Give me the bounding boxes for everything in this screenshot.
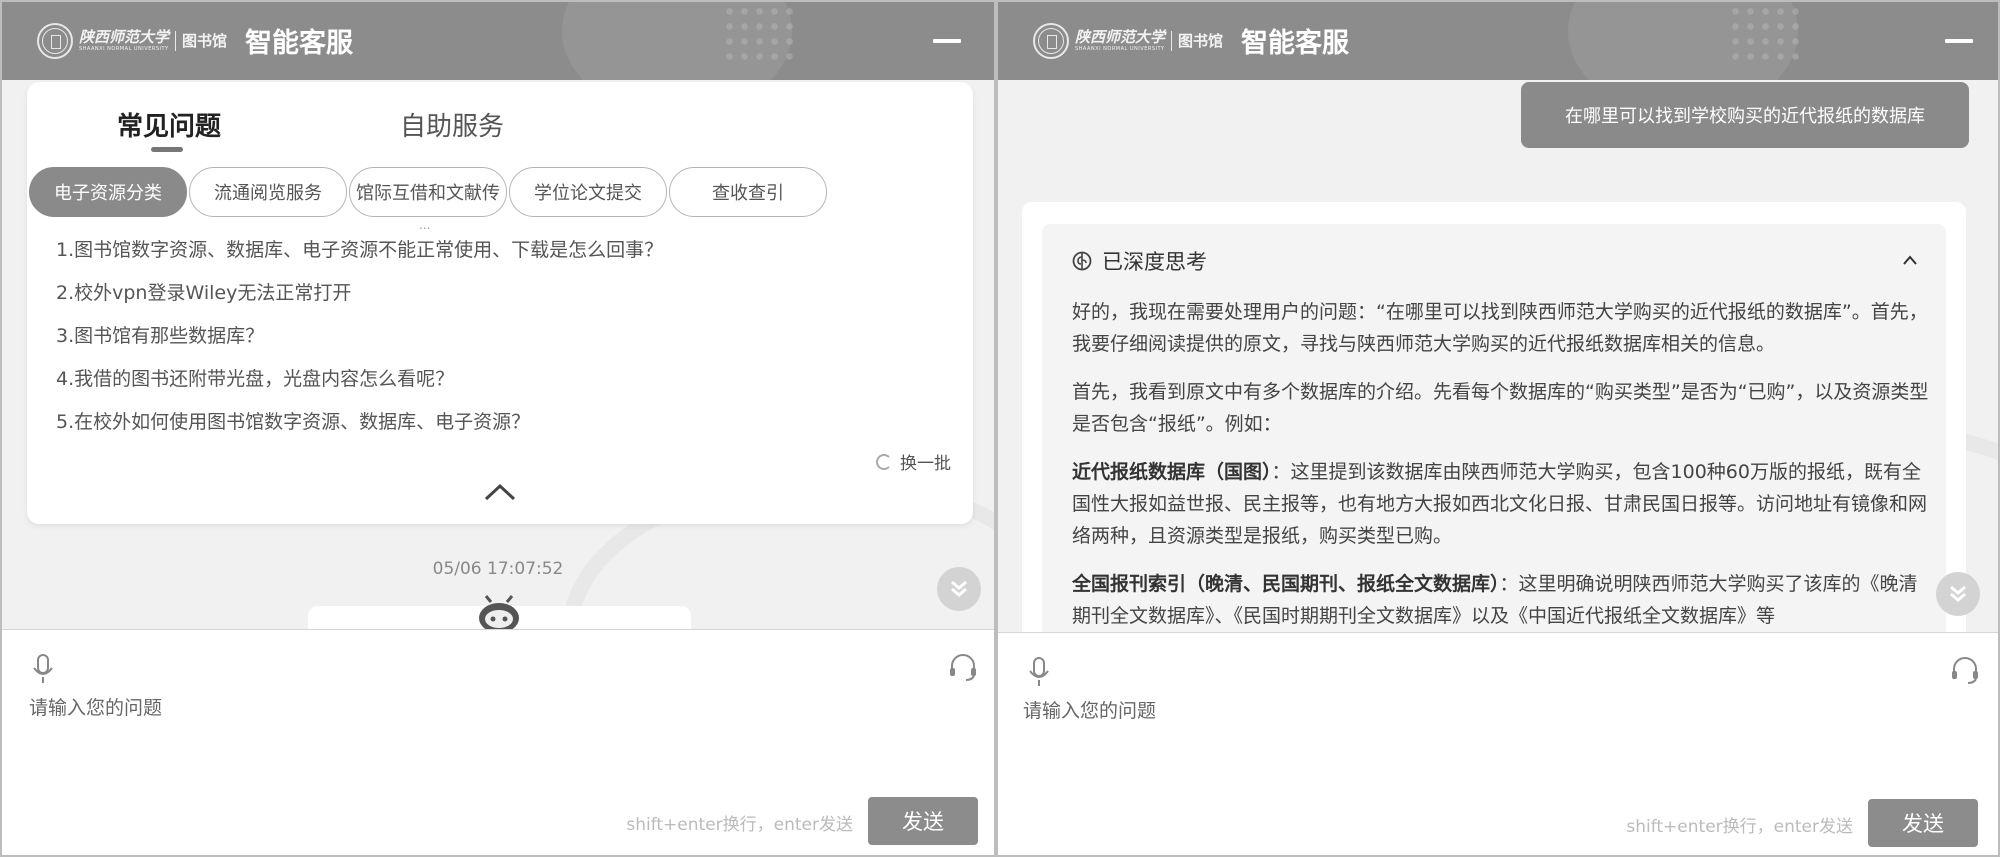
- send-button[interactable]: 发送: [868, 797, 978, 845]
- library-logo: 陕西师范大学 SHAANXI NORMAL UNIVERSITY 图书馆 智能客…: [1033, 21, 1349, 60]
- refresh-icon: [876, 453, 892, 470]
- category-chip-e-resources[interactable]: 电子资源分类: [29, 167, 187, 217]
- headset-icon[interactable]: [948, 652, 978, 682]
- double-chevron-down-icon: [951, 580, 967, 597]
- bot-answer-card: 已深度思考 好的，我现在需要处理用户的问题：“在哪里可以找到陕西师范大学购买的近…: [1022, 202, 1966, 662]
- library-logo: 陕西师范大学 SHAANXI NORMAL UNIVERSITY 图书馆 智能客…: [37, 21, 353, 60]
- category-chip-citation-search[interactable]: 查收查引: [669, 167, 827, 217]
- scroll-to-bottom-button[interactable]: [937, 567, 981, 611]
- more-categories-indicator: ...: [419, 218, 431, 232]
- tab-faq[interactable]: 常见问题: [117, 106, 221, 143]
- deep-thinking-title: 已深度思考: [1102, 250, 1207, 274]
- library-name: 图书馆: [182, 32, 228, 50]
- header-dots-decoration: [722, 4, 796, 68]
- category-chip-thesis-submission[interactable]: 学位论文提交: [509, 167, 667, 217]
- send-hint: shift+enter换行，enter发送: [1626, 817, 1853, 837]
- university-name: 陕西师范大学: [79, 27, 170, 46]
- microphone-icon[interactable]: [1028, 656, 1050, 688]
- university-name-en: SHAANXI NORMAL UNIVERSITY: [1075, 45, 1165, 52]
- send-button[interactable]: 发送: [1868, 799, 1978, 847]
- bot-avatar-icon: [479, 595, 519, 633]
- send-hint: shift+enter换行，enter发送: [626, 815, 853, 835]
- university-name: 陕西师范大学: [1075, 27, 1166, 46]
- library-name: 图书馆: [1178, 32, 1224, 50]
- university-seal-icon: [37, 22, 73, 59]
- thinking-paragraph-4: 全国报刊索引（晚清、民国期刊、报纸全文数据库）：这里明确说明陕西师范大学购买了该…: [1072, 568, 1934, 632]
- minimize-icon: [933, 39, 961, 43]
- scroll-to-bottom-button[interactable]: [1936, 572, 1980, 616]
- input-area: 请输入您的问题 shift+enter换行，enter发送 发送: [998, 632, 1998, 855]
- logo-divider: [1171, 30, 1173, 51]
- user-message-bubble: 在哪里可以找到学校购买的近代报纸的数据库: [1521, 82, 1969, 148]
- faq-question-3[interactable]: 3.图书馆有那些数据库？: [56, 321, 264, 348]
- category-chip-interlibrary-loan[interactable]: 馆际互借和文献传: [349, 167, 507, 217]
- chat-header: 陕西师范大学 SHAANXI NORMAL UNIVERSITY 图书馆 智能客…: [998, 2, 1998, 80]
- input-area: 请输入您的问题 shift+enter换行，enter发送 发送: [2, 629, 994, 855]
- minimize-button[interactable]: [928, 29, 966, 53]
- collapse-card-chevron-icon[interactable]: [484, 482, 516, 502]
- message-input[interactable]: 请输入您的问题: [29, 693, 162, 720]
- double-chevron-down-icon: [1950, 585, 1966, 602]
- chat-header: 陕西师范大学 SHAANXI NORMAL UNIVERSITY 图书馆 智能客…: [2, 2, 994, 80]
- header-dots-decoration: [1728, 4, 1802, 68]
- thinking-paragraph-1: 好的，我现在需要处理用户的问题：“在哪里可以找到陕西师范大学购买的近代报纸的数据…: [1072, 301, 1928, 355]
- university-name-en: SHAANXI NORMAL UNIVERSITY: [79, 45, 169, 52]
- refresh-label: 换一批: [900, 454, 951, 474]
- chevron-up-icon[interactable]: [1902, 254, 1918, 266]
- chat-panel-conversation: 陕西师范大学 SHAANXI NORMAL UNIVERSITY 图书馆 智能客…: [996, 0, 2000, 857]
- category-chip-circulation[interactable]: 流通阅览服务: [189, 167, 347, 217]
- microphone-icon[interactable]: [32, 653, 54, 685]
- faq-question-2[interactable]: 2.校外vpn登录Wiley无法正常打开: [56, 278, 351, 305]
- tab-active-indicator: [151, 147, 183, 152]
- tab-self-service[interactable]: 自助服务: [400, 106, 504, 143]
- thinking-paragraph-3: 近代报纸数据库（国图）：这里提到该数据库由陕西师范大学购买，包含100种60万版…: [1072, 456, 1934, 552]
- minimize-button[interactable]: [1940, 29, 1978, 53]
- thinking-paragraph-2: 首先，我看到原文中有多个数据库的介绍。先看每个数据库的“购买类型”是否为“已购”…: [1072, 381, 1929, 435]
- refresh-questions-button[interactable]: 换一批: [876, 449, 951, 474]
- message-input[interactable]: 请输入您的问题: [1023, 696, 1156, 723]
- database-name-national-library: 近代报纸数据库（国图）: [1072, 461, 1272, 483]
- deep-thinking-header[interactable]: 已深度思考: [1072, 246, 1207, 276]
- faq-question-1[interactable]: 1.图书馆数字资源、数据库、电子资源不能正常使用、下载是怎么回事？: [56, 235, 663, 262]
- minimize-icon: [1945, 39, 1973, 43]
- database-name-national-index: 全国报刊索引（晚清、民国期刊、报纸全文数据库）: [1072, 573, 1500, 595]
- app-title: 智能客服: [1241, 28, 1350, 59]
- university-seal-icon: [1033, 22, 1069, 59]
- logo-divider: [175, 30, 177, 51]
- chat-panel-faq: 陕西师范大学 SHAANXI NORMAL UNIVERSITY 图书馆 智能客…: [0, 0, 996, 857]
- faq-question-4[interactable]: 4.我借的图书还附带光盘，光盘内容怎么看呢？: [56, 364, 454, 391]
- brain-icon: [1072, 251, 1092, 271]
- headset-icon[interactable]: [1950, 655, 1980, 685]
- deep-thinking-panel: 已深度思考 好的，我现在需要处理用户的问题：“在哪里可以找到陕西师范大学购买的近…: [1042, 224, 1946, 662]
- faq-card: 常见问题 自助服务 电子资源分类 流通阅览服务 馆际互借和文献传 学位论文提交 …: [27, 82, 973, 524]
- app-title: 智能客服: [245, 28, 354, 59]
- message-timestamp: 05/06 17:07:52: [432, 559, 564, 579]
- faq-question-5[interactable]: 5.在校外如何使用图书馆数字资源、数据库、电子资源？: [56, 407, 530, 434]
